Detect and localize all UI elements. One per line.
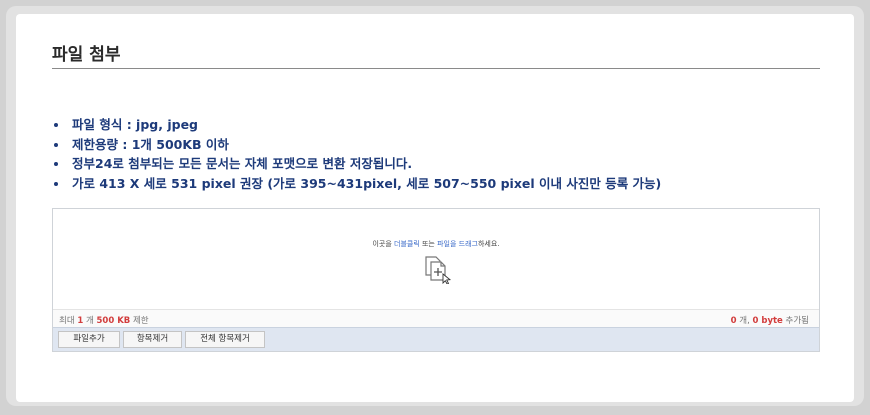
drop-instructions: 이곳을 더블클릭 또는 파일을 드래그하세요. bbox=[372, 240, 500, 248]
rule-size-limit: 제한용량 : 1개 500KB 이하 bbox=[52, 135, 661, 155]
rule-pixel-size: 가로 413 X 세로 531 pixel 권장 (가로 395~431pixe… bbox=[52, 174, 661, 194]
rule-file-format: 파일 형식 : jpg, jpeg bbox=[52, 115, 661, 135]
remove-item-button[interactable]: 항목제거 bbox=[123, 331, 182, 348]
upload-limit-bar: 최대 1 개 500 KB 제한 0 개, 0 byte 추가됨 bbox=[53, 309, 819, 327]
max-files-text: 최대 1 개 500 KB 제한 bbox=[59, 316, 149, 326]
dblclick-hint: 더블클릭 bbox=[394, 240, 420, 248]
file-drop-zone[interactable]: 이곳을 더블클릭 또는 파일을 드래그하세요. bbox=[53, 209, 819, 309]
added-files-text: 0 개, 0 byte 추가됨 bbox=[730, 316, 809, 326]
add-file-icon bbox=[425, 256, 452, 284]
file-uploader: 이곳을 더블클릭 또는 파일을 드래그하세요. 최대 1 개 500 KB 제한… bbox=[52, 208, 820, 352]
title-divider bbox=[52, 68, 820, 69]
section-title: 파일 첨부 bbox=[52, 45, 121, 65]
add-file-button[interactable]: 파일추가 bbox=[58, 331, 120, 348]
remove-all-button[interactable]: 전체 항목제거 bbox=[185, 331, 265, 348]
uploader-toolbar: 파일추가 항목제거 전체 항목제거 bbox=[53, 327, 819, 351]
rule-conversion: 정부24로 첨부되는 모든 문서는 자체 포맷으로 변환 저장됩니다. bbox=[52, 154, 661, 174]
drag-hint: 파일을 드래그 bbox=[437, 240, 478, 248]
upload-rules-list: 파일 형식 : jpg, jpeg 제한용량 : 1개 500KB 이하 정부2… bbox=[52, 115, 661, 193]
